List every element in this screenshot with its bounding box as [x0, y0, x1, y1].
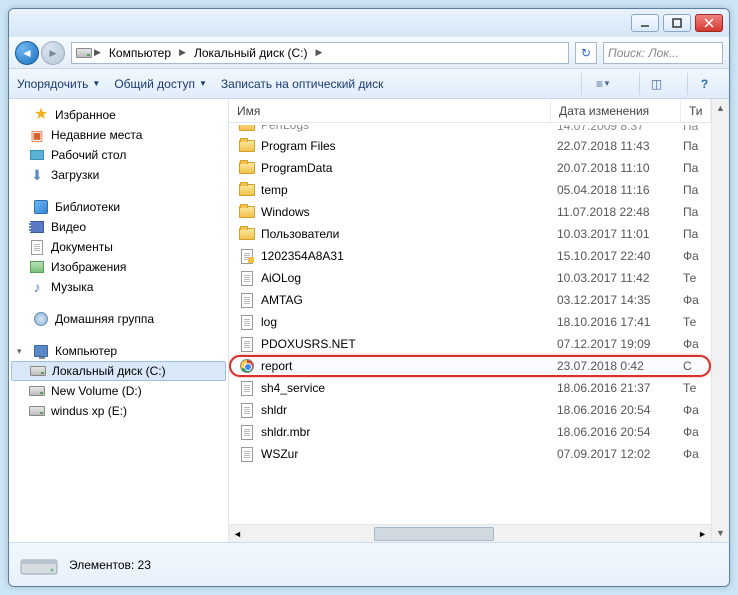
- file-row[interactable]: 1202354A8A3115.10.2017 22:40Фа: [229, 245, 711, 267]
- music-icon: ♪: [29, 279, 45, 295]
- lock-file-icon: [239, 248, 255, 264]
- nav-pictures[interactable]: Изображения: [9, 257, 228, 277]
- nav-music[interactable]: ♪Музыка: [9, 277, 228, 297]
- help-button[interactable]: ?: [687, 73, 721, 95]
- folder-icon: [239, 123, 255, 133]
- file-icon: [239, 424, 255, 440]
- nav-desktop[interactable]: Рабочий стол: [9, 145, 228, 165]
- file-row-highlighted[interactable]: report23.07.2018 0:42С: [229, 355, 711, 377]
- file-view: Имя Дата изменения Ти PerfLogs14.07.2009…: [229, 99, 729, 542]
- scroll-down-icon[interactable]: ▼: [712, 524, 729, 542]
- drive-icon: [29, 403, 45, 419]
- nav-drive-c[interactable]: Локальный диск (C:): [11, 361, 226, 381]
- vertical-scrollbar[interactable]: ▲ ▼: [711, 99, 729, 542]
- forward-button: ►: [41, 41, 65, 65]
- file-row[interactable]: Program Files22.07.2018 11:43Па: [229, 135, 711, 157]
- file-row[interactable]: WSZur07.09.2017 12:02Фа: [229, 443, 711, 465]
- homegroup-icon: [33, 311, 49, 327]
- drive-icon: [29, 383, 45, 399]
- breadcrumb-segment[interactable]: Компьютер: [103, 43, 177, 63]
- text-file-icon: [239, 380, 255, 396]
- burn-button[interactable]: Записать на оптический диск: [221, 77, 384, 91]
- column-headers: Имя Дата изменения Ти: [229, 99, 711, 123]
- nav-bar: ◄ ► ▶ Компьютер ▶ Локальный диск (C:) ▶ …: [9, 37, 729, 69]
- column-date[interactable]: Дата изменения: [551, 99, 681, 122]
- download-icon: ⬇: [29, 167, 45, 183]
- file-list: PerfLogs14.07.2009 8:37Па Program Files2…: [229, 123, 711, 524]
- file-icon: [239, 402, 255, 418]
- minimize-button[interactable]: [631, 14, 659, 32]
- file-row[interactable]: shldr18.06.2016 20:54Фа: [229, 399, 711, 421]
- back-button[interactable]: ◄: [15, 41, 39, 65]
- folder-icon: [239, 204, 255, 220]
- folder-icon: [239, 138, 255, 154]
- text-file-icon: [239, 314, 255, 330]
- column-name[interactable]: Имя: [229, 99, 551, 122]
- folder-icon: [239, 182, 255, 198]
- drive-large-icon: [19, 550, 59, 580]
- file-row[interactable]: AiOLog10.03.2017 11:42Те: [229, 267, 711, 289]
- file-row[interactable]: Пользователи10.03.2017 11:01Па: [229, 223, 711, 245]
- file-row[interactable]: AMTAG03.12.2017 14:35Фа: [229, 289, 711, 311]
- file-row[interactable]: Windows11.07.2018 22:48Па: [229, 201, 711, 223]
- file-row[interactable]: log18.10.2016 17:41Те: [229, 311, 711, 333]
- chevron-right-icon[interactable]: ▶: [316, 47, 323, 58]
- documents-icon: [29, 239, 45, 255]
- file-row[interactable]: PDOXUSRS.NET07.12.2017 19:09Фа: [229, 333, 711, 355]
- toolbar: Упорядочить▼ Общий доступ▼ Записать на о…: [9, 69, 729, 99]
- nav-drive-d[interactable]: New Volume (D:): [9, 381, 228, 401]
- status-text: Элементов: 23: [69, 558, 151, 572]
- file-icon: [239, 446, 255, 462]
- file-row[interactable]: ProgramData20.07.2018 11:10Па: [229, 157, 711, 179]
- chrome-icon: [239, 358, 255, 374]
- file-row[interactable]: shldr.mbr18.06.2016 20:54Фа: [229, 421, 711, 443]
- maximize-button[interactable]: [663, 14, 691, 32]
- pictures-icon: [29, 259, 45, 275]
- organize-button[interactable]: Упорядочить▼: [17, 77, 100, 91]
- nav-documents[interactable]: Документы: [9, 237, 228, 257]
- file-row[interactable]: temp05.04.2018 11:16Па: [229, 179, 711, 201]
- horizontal-scrollbar[interactable]: ◄►: [229, 524, 711, 542]
- close-button[interactable]: [695, 14, 723, 32]
- preview-pane-button[interactable]: ◫: [639, 73, 673, 95]
- file-icon: [239, 292, 255, 308]
- file-icon: [239, 336, 255, 352]
- chevron-right-icon[interactable]: ▶: [94, 47, 101, 58]
- file-row[interactable]: PerfLogs14.07.2009 8:37Па: [229, 123, 711, 135]
- share-button[interactable]: Общий доступ▼: [114, 77, 207, 91]
- refresh-button[interactable]: ↻: [575, 42, 597, 64]
- nav-recent[interactable]: ▣Недавние места: [9, 125, 228, 145]
- file-row[interactable]: sh4_service18.06.2016 21:37Те: [229, 377, 711, 399]
- view-options-button[interactable]: ≡ ▼: [581, 73, 625, 95]
- nav-drive-e[interactable]: windus xp (E:): [9, 401, 228, 421]
- homegroup-header[interactable]: Домашняя группа: [9, 309, 228, 329]
- nav-videos[interactable]: Видео: [9, 217, 228, 237]
- recent-icon: ▣: [29, 127, 45, 143]
- search-input[interactable]: Поиск: Лок...: [603, 42, 723, 64]
- navigation-pane: ★Избранное ▣Недавние места Рабочий стол …: [9, 99, 229, 542]
- computer-header[interactable]: ▾Компьютер: [9, 341, 228, 361]
- drive-icon: [76, 45, 92, 61]
- chevron-right-icon[interactable]: ▶: [179, 47, 186, 58]
- text-file-icon: [239, 270, 255, 286]
- breadcrumb-segment[interactable]: Локальный диск (C:): [188, 43, 314, 63]
- scroll-up-icon[interactable]: ▲: [712, 99, 729, 117]
- libraries-icon: [33, 199, 49, 215]
- star-icon: ★: [33, 107, 49, 123]
- titlebar: [9, 9, 729, 37]
- folder-icon: [239, 226, 255, 242]
- desktop-icon: [29, 147, 45, 163]
- libraries-header[interactable]: Библиотеки: [9, 197, 228, 217]
- column-type[interactable]: Ти: [681, 99, 711, 122]
- favorites-header[interactable]: ★Избранное: [9, 105, 228, 125]
- nav-downloads[interactable]: ⬇Загрузки: [9, 165, 228, 185]
- folder-icon: [239, 160, 255, 176]
- computer-icon: [33, 343, 49, 359]
- video-icon: [29, 219, 45, 235]
- breadcrumb[interactable]: ▶ Компьютер ▶ Локальный диск (C:) ▶: [71, 42, 569, 64]
- drive-icon: [30, 363, 46, 379]
- explorer-window: ◄ ► ▶ Компьютер ▶ Локальный диск (C:) ▶ …: [8, 8, 730, 587]
- status-bar: Элементов: 23: [9, 542, 729, 586]
